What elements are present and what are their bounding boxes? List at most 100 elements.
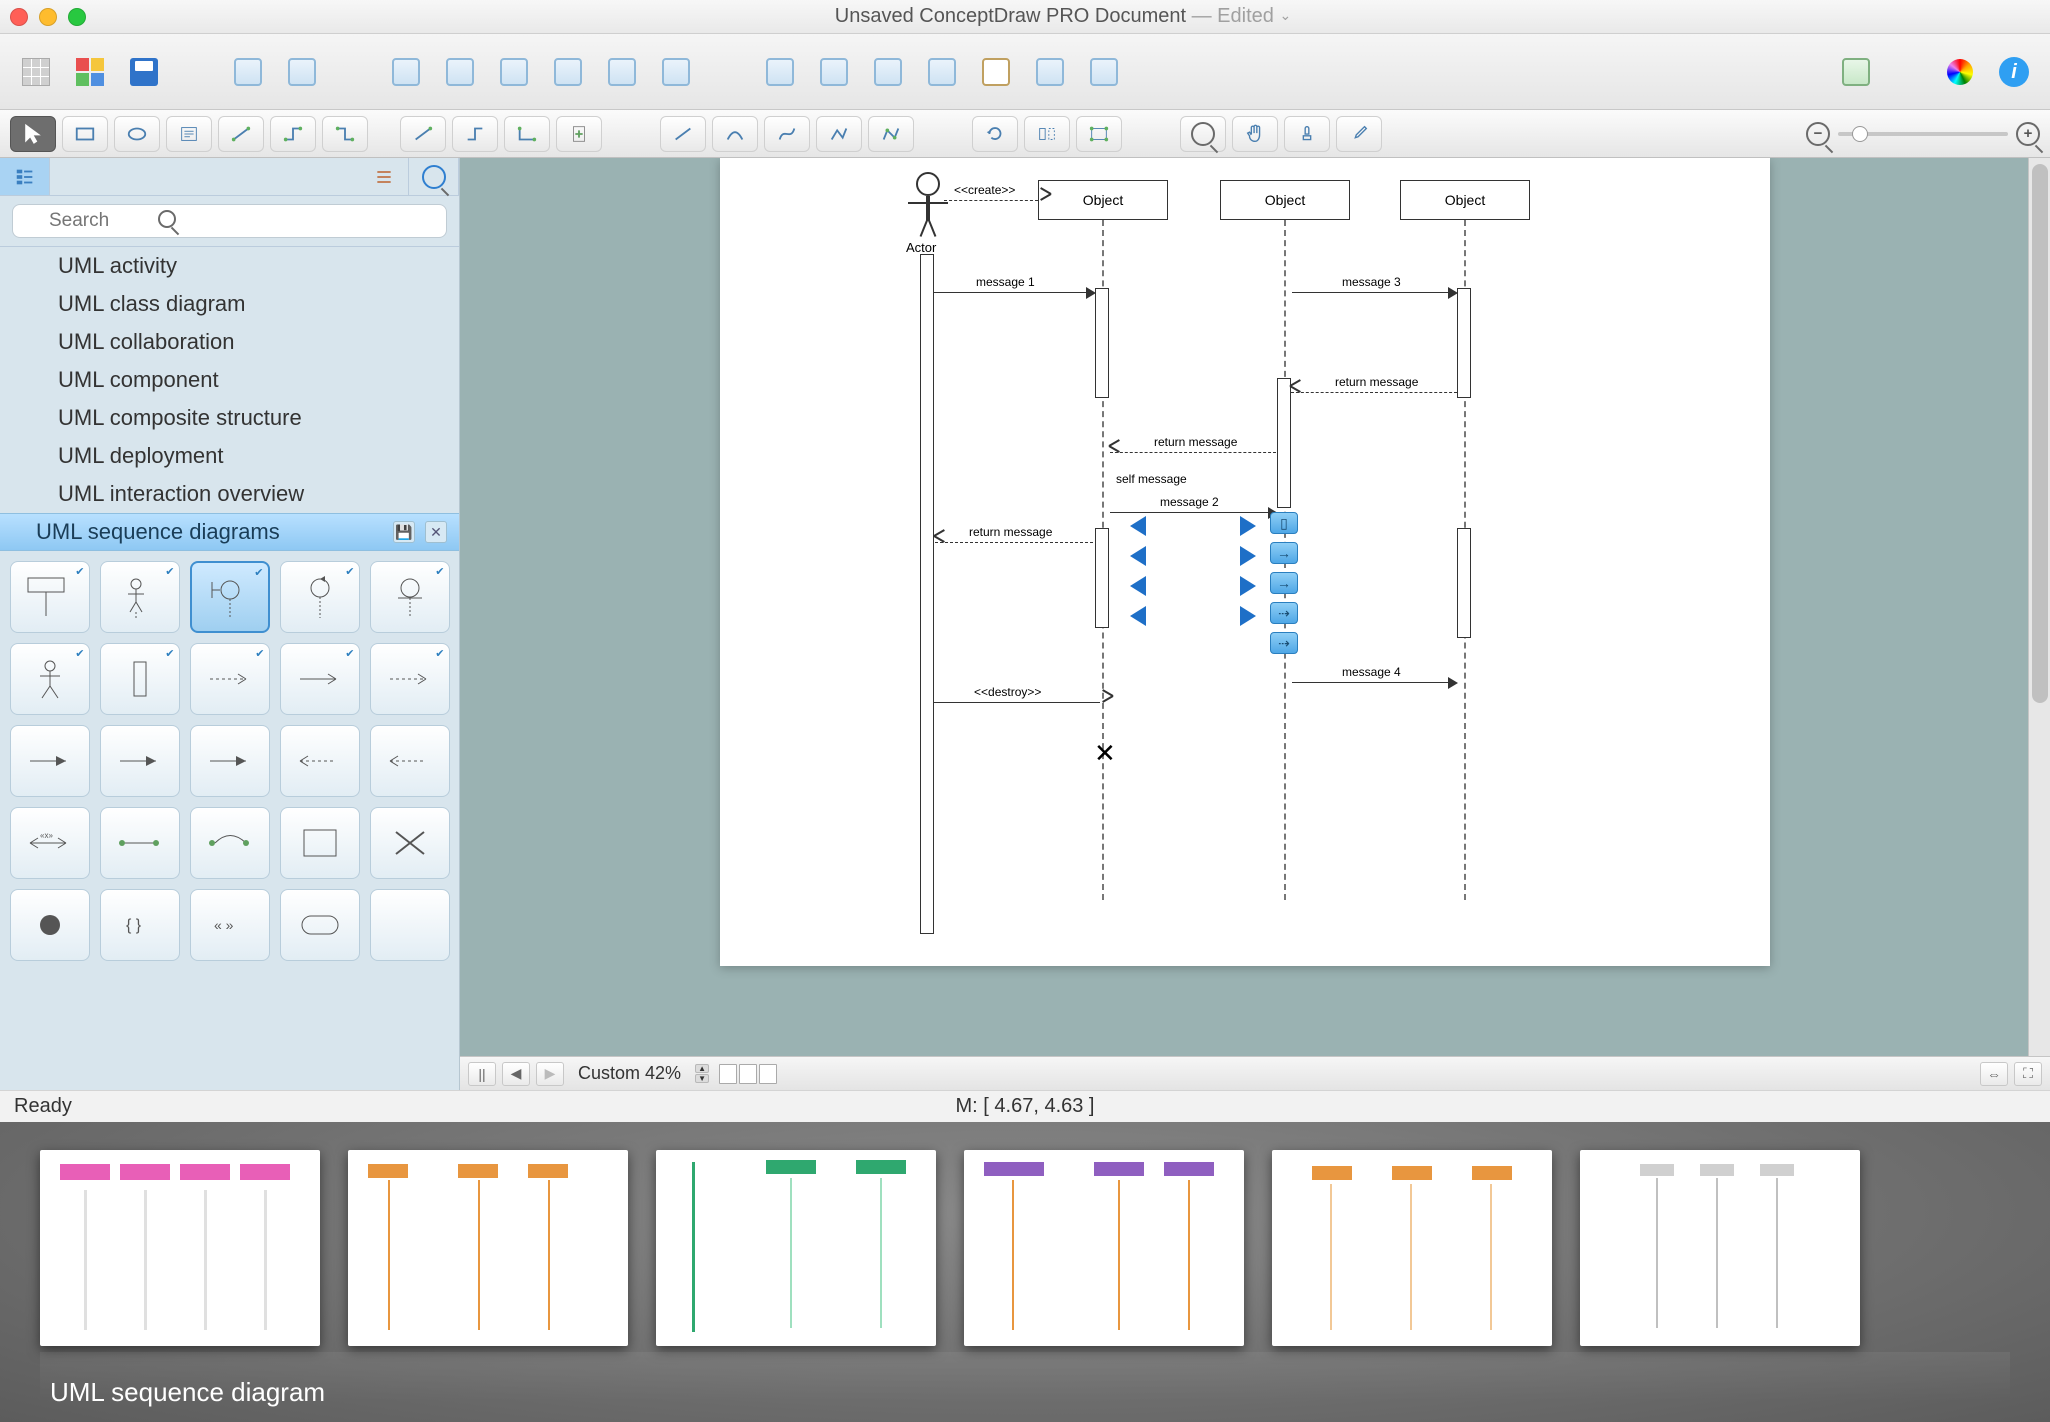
diagram-arrow-msg3[interactable]: message 3: [1292, 292, 1456, 293]
page-layout-buttons[interactable]: [719, 1064, 777, 1084]
shape-msg-return[interactable]: [280, 725, 360, 797]
minimize-window-button[interactable]: [39, 8, 57, 26]
tool-pointer[interactable]: [10, 116, 56, 152]
shape-boundary-lifeline[interactable]: ✔: [190, 561, 270, 633]
shape-msg-solid-open[interactable]: ✔: [280, 643, 360, 715]
shape-entity-lifeline[interactable]: ✔: [370, 561, 450, 633]
shape-state[interactable]: [10, 889, 90, 961]
toolbar-chain-button[interactable]: [866, 50, 910, 94]
shape-msg-double[interactable]: «x»: [10, 807, 90, 879]
tool-spline[interactable]: [764, 116, 810, 152]
prev-page-button[interactable]: ◀: [502, 1062, 530, 1086]
library-selected-header[interactable]: UML sequence diagrams 💾 ✕: [0, 513, 459, 551]
diagram-actor-arms[interactable]: [908, 202, 948, 204]
diagram-arrow-msg1[interactable]: message 1: [934, 292, 1094, 293]
zoom-slider[interactable]: − +: [1806, 122, 2040, 146]
close-window-button[interactable]: [10, 8, 28, 26]
shape-actor-lifeline[interactable]: ✔: [100, 561, 180, 633]
tool-text[interactable]: [166, 116, 212, 152]
shape-coregion[interactable]: « »: [190, 889, 270, 961]
library-item[interactable]: UML collaboration: [0, 323, 459, 361]
diagram-actor-body[interactable]: [926, 196, 930, 220]
library-item[interactable]: UML deployment: [0, 437, 459, 475]
tool-flip-h-button[interactable]: [1024, 116, 1070, 152]
toolbar-text-format-button[interactable]: [1834, 50, 1878, 94]
shape-msg-dashed-open2[interactable]: ✔: [370, 643, 450, 715]
search-input[interactable]: [12, 204, 447, 238]
toolbar-tree-button[interactable]: [812, 50, 856, 94]
handle-action-button[interactable]: ▯: [1270, 512, 1298, 534]
canvas-viewport[interactable]: Actor Object Object Object: [460, 158, 2050, 1056]
diagram-actor-leg[interactable]: [927, 218, 936, 237]
maximize-window-button[interactable]: [68, 8, 86, 26]
toolbar-connect-button[interactable]: [758, 50, 802, 94]
library-item[interactable]: UML composite structure: [0, 399, 459, 437]
handle-action-button[interactable]: →: [1270, 542, 1298, 564]
diagram-actor-head[interactable]: [916, 172, 940, 196]
shape-found-message[interactable]: [100, 807, 180, 879]
tool-bezier[interactable]: [868, 116, 914, 152]
toolbar-send-backward-button[interactable]: [654, 50, 698, 94]
toolbar-themes-button[interactable]: [68, 50, 112, 94]
library-item[interactable]: UML component: [0, 361, 459, 399]
diagram-arrow-return[interactable]: return message: [1110, 452, 1276, 453]
toolbar-page-button[interactable]: [974, 50, 1018, 94]
fit-width-button[interactable]: ⇔: [1980, 1062, 2008, 1086]
library-save-icon[interactable]: 💾: [393, 521, 415, 543]
shape-activation[interactable]: ✔: [100, 643, 180, 715]
handle-right-arrow-icon[interactable]: [1240, 516, 1256, 536]
handle-action-button[interactable]: ⇢: [1270, 632, 1298, 654]
scrollbar-thumb[interactable]: [2032, 164, 2048, 703]
panel-tab-list[interactable]: [359, 158, 409, 195]
toolbar-grid-button[interactable]: [1082, 50, 1126, 94]
toolbar-hypernote-button[interactable]: [920, 50, 964, 94]
tool-rotate-button[interactable]: [972, 116, 1018, 152]
handle-right-arrow-icon[interactable]: [1240, 576, 1256, 596]
vertical-scrollbar[interactable]: [2028, 158, 2050, 1056]
template-thumbnail[interactable]: [964, 1150, 1244, 1346]
toolbar-save-button[interactable]: [122, 50, 166, 94]
diagram-object-2[interactable]: Object: [1220, 180, 1350, 220]
diagram-arrow-msg2[interactable]: message 2: [1110, 512, 1276, 513]
shape-continuation[interactable]: [280, 889, 360, 961]
diagram-arrow-destroy[interactable]: <<destroy>>: [934, 702, 1100, 703]
template-thumbnail[interactable]: [348, 1150, 628, 1346]
diagram-activation[interactable]: [1457, 288, 1471, 398]
tool-connector-2[interactable]: [270, 116, 316, 152]
shape-constraint[interactable]: { }: [100, 889, 180, 961]
title-menu-chevron-icon[interactable]: ⌄: [1279, 7, 1291, 23]
tool-line-1[interactable]: [660, 116, 706, 152]
pages-panel-toggle[interactable]: ||: [468, 1062, 496, 1086]
tool-zoom-button[interactable]: [1180, 116, 1226, 152]
handle-left-arrow-icon[interactable]: [1130, 516, 1146, 536]
handle-right-arrow-icon[interactable]: [1240, 606, 1256, 626]
toolbar-send-back-button[interactable]: [546, 50, 590, 94]
library-close-icon[interactable]: ✕: [425, 521, 447, 543]
tool-connector-3[interactable]: [322, 116, 368, 152]
zoom-slider-track[interactable]: [1838, 132, 2008, 136]
zoom-slider-thumb[interactable]: [1852, 126, 1868, 142]
zoom-display[interactable]: Custom 42%: [570, 1063, 689, 1084]
diagram-activation[interactable]: [1277, 378, 1291, 508]
tool-pan-button[interactable]: [1232, 116, 1278, 152]
toolbar-align-button[interactable]: [226, 50, 270, 94]
tool-polyline[interactable]: [816, 116, 862, 152]
tool-connector-5[interactable]: [452, 116, 498, 152]
shape-control-lifeline[interactable]: ✔: [280, 561, 360, 633]
toolbar-group-button[interactable]: [384, 50, 428, 94]
diagram-activation[interactable]: [920, 254, 934, 934]
diagram-activation[interactable]: [1457, 528, 1471, 638]
handle-action-button[interactable]: ⇢: [1270, 602, 1298, 624]
toolbar-info-button[interactable]: i: [1992, 50, 2036, 94]
shape-lifeline-frame[interactable]: ✔: [10, 561, 90, 633]
zoom-in-icon[interactable]: +: [2016, 122, 2040, 146]
panel-tab-tree[interactable]: [0, 158, 50, 195]
diagram-arrow-return[interactable]: return message: [935, 542, 1093, 543]
diagram-arrow-msg4[interactable]: message 4: [1292, 682, 1456, 683]
library-item[interactable]: UML activity: [0, 247, 459, 285]
handle-right-arrow-icon[interactable]: [1240, 546, 1256, 566]
handle-left-arrow-icon[interactable]: [1130, 546, 1146, 566]
diagram-object-3[interactable]: Object: [1400, 180, 1530, 220]
diagram-object-1[interactable]: Object: [1038, 180, 1168, 220]
next-page-button[interactable]: ▶: [536, 1062, 564, 1086]
